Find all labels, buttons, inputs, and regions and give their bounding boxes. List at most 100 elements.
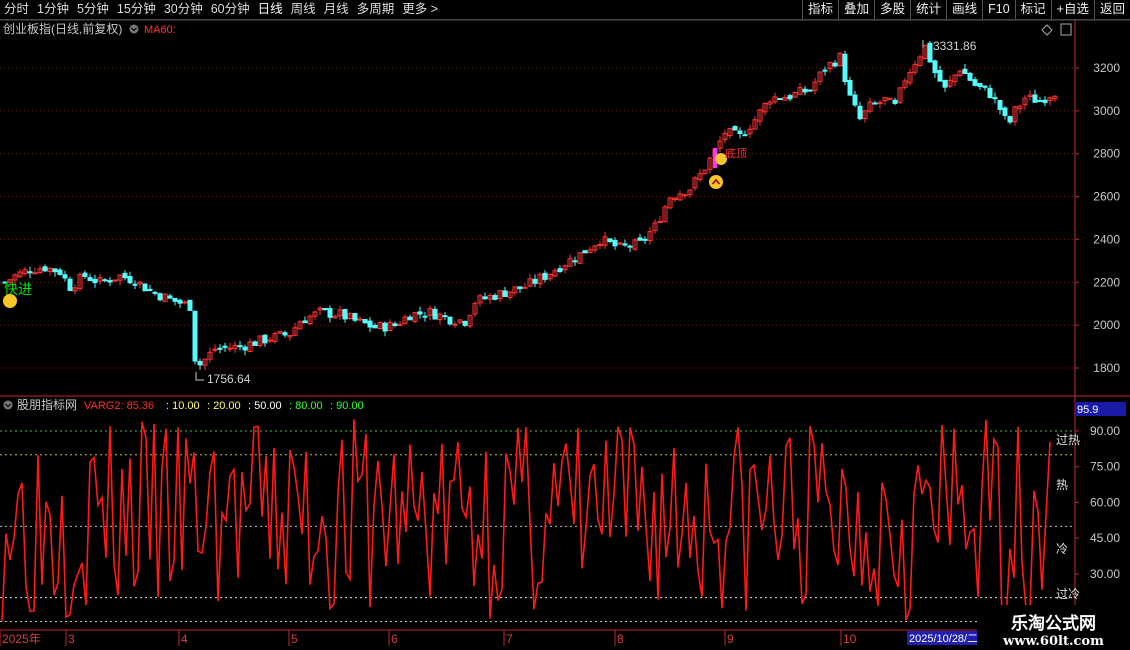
period-tab-1[interactable]: 1分钟	[33, 0, 73, 19]
candle-body	[1032, 94, 1038, 103]
period-tab-10[interactable]: 更多 >	[398, 0, 442, 19]
period-tab-0[interactable]: 分时	[0, 0, 33, 19]
period-tab-3[interactable]: 15分钟	[113, 0, 160, 19]
toolbar-button-2[interactable]: 多股	[874, 0, 910, 19]
candle-body	[832, 62, 838, 67]
x-axis-label: 5	[291, 632, 298, 646]
indicator-level-label: : 90.00	[330, 400, 364, 412]
period-tab-2[interactable]: 5分钟	[73, 0, 113, 19]
candle-body	[187, 299, 193, 311]
high-price-label: 3331.86	[933, 39, 977, 53]
period-tabs: 分时 1分钟 5分钟 15分钟 30分钟 60分钟 日线 周线 月线 多周期 更多 >	[0, 0, 802, 19]
indicator-name: 股朋指标网	[17, 397, 77, 412]
candle-body	[542, 272, 548, 280]
price-tick-label: 3000	[1093, 104, 1120, 118]
candle-body	[222, 345, 228, 348]
indicator-level-label: : 20.00	[207, 400, 241, 412]
candle-body	[997, 100, 1003, 110]
candle-body	[532, 278, 538, 284]
candle-body	[807, 89, 813, 92]
candle-body	[252, 341, 258, 346]
toolbar-button-1[interactable]: 叠加	[838, 0, 874, 19]
watermark: 乐淘公式网 www.60lt.com	[977, 605, 1130, 650]
candle-body	[152, 291, 158, 294]
candle-body	[987, 87, 993, 99]
candle-body	[982, 85, 988, 88]
candle-body	[407, 316, 413, 321]
candle-body	[242, 346, 248, 351]
candle-body	[887, 97, 893, 100]
candle-body	[942, 79, 948, 88]
candle-body	[522, 286, 528, 289]
candle-body	[42, 266, 48, 272]
candle-body	[392, 323, 398, 327]
candle-body	[1007, 116, 1013, 123]
toolbar-button-7[interactable]: +自选	[1050, 0, 1094, 19]
candle-body	[237, 345, 243, 348]
indicator-level-label: : 10.00	[166, 400, 200, 412]
candle-body	[127, 275, 133, 284]
period-tab-7[interactable]: 周线	[287, 0, 320, 19]
zone-label: 过热	[1056, 433, 1080, 447]
candle-body	[492, 295, 498, 300]
toolbar-buttons: 指标 叠加 多股 统计 画线 F10 标记 +自选 返回	[802, 0, 1130, 19]
indicator-tick-label: 60.00	[1090, 495, 1120, 509]
candle-body	[417, 311, 423, 315]
candle-body	[67, 278, 73, 291]
candle-body	[927, 42, 933, 63]
period-tab-9[interactable]: 多周期	[353, 0, 399, 19]
indicator-level-label: : 50.00	[248, 400, 282, 412]
period-tab-5[interactable]: 60分钟	[207, 0, 254, 19]
candle-body	[267, 339, 273, 342]
candle-body	[112, 279, 118, 282]
watermark-title: 乐淘公式网	[1011, 614, 1096, 634]
toolbar-button-3[interactable]: 统计	[910, 0, 946, 19]
candle-body	[1002, 107, 1008, 116]
zone-label: 冷	[1056, 542, 1068, 556]
low-marker-line	[195, 372, 204, 381]
candle-body	[637, 237, 643, 241]
candle-body	[732, 126, 738, 131]
candle-body	[62, 274, 68, 279]
toolbar: 分时 1分钟 5分钟 15分钟 30分钟 60分钟 日线 周线 月线 多周期 更多 > 指标 叠加 多股…	[0, 0, 1130, 20]
chart-canvas[interactable]: 3200 3000 2800 2600 2400 2200 2000 1800 创业板指(日线,…	[0, 0, 1130, 650]
candle-body	[362, 318, 368, 324]
up-arrow-icon	[709, 175, 723, 189]
candle-body	[167, 295, 173, 299]
candle-body	[357, 318, 363, 321]
candle-body	[32, 272, 38, 275]
candle-body	[612, 239, 618, 247]
indicator-var-label: VARG2: 85.36	[84, 400, 154, 412]
candle-body	[302, 320, 308, 324]
candle-body	[322, 308, 328, 311]
indicator-line	[1, 419, 1051, 622]
date-badge-label: 2025/10/28/二	[909, 633, 978, 645]
candle-body	[92, 278, 98, 284]
period-tab-6[interactable]: 日线	[254, 0, 287, 19]
candle-body	[82, 272, 88, 278]
toolbar-button-0[interactable]: 指标	[802, 0, 838, 19]
x-axis-label: 6	[391, 632, 398, 646]
candle-body	[172, 297, 178, 302]
candle-body	[157, 293, 163, 301]
period-tab-8[interactable]: 月线	[320, 0, 353, 19]
candle-body	[627, 245, 633, 248]
period-tab-4[interactable]: 30分钟	[160, 0, 207, 19]
toolbar-button-8[interactable]: 返回	[1093, 0, 1130, 19]
candle-body	[462, 320, 468, 326]
ma60-label: MA60:	[144, 24, 176, 36]
candle-body	[142, 283, 148, 292]
toolbar-button-4[interactable]: 画线	[946, 0, 982, 19]
toolbar-button-5[interactable]: F10	[982, 0, 1015, 19]
indicator-tick-label: 90.00	[1090, 424, 1120, 438]
candle-body	[737, 130, 743, 135]
candle-body	[682, 194, 688, 197]
candle-body	[342, 309, 348, 320]
candle-body	[217, 347, 223, 350]
toolbar-button-6[interactable]: 标记	[1014, 0, 1051, 19]
candle-body	[802, 88, 808, 93]
candle-body	[27, 271, 33, 274]
candle-body	[372, 324, 378, 329]
candle-body	[147, 288, 153, 291]
chart-title: 创业板指(日线,前复权)	[3, 21, 122, 36]
